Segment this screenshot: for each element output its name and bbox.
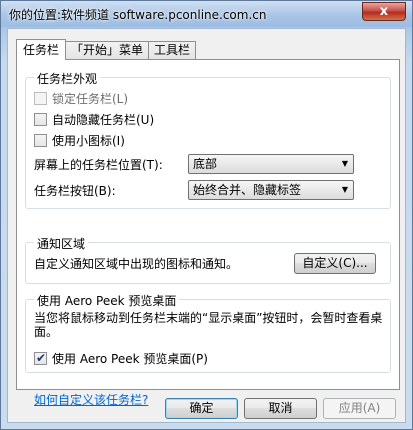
- aero-peek-group: 使用 Aero Peek 预览桌面 当您将鼠标移动到任务栏末端的“显示桌面”按钮…: [25, 292, 391, 373]
- lock-taskbar-label: 锁定任务栏(L): [52, 92, 129, 106]
- close-button[interactable]: x: [362, 2, 406, 21]
- aero-peek-row[interactable]: ✔ 使用 Aero Peek 预览桌面(P): [34, 350, 208, 367]
- small-icons-label: 使用小图标(I): [52, 134, 125, 148]
- taskbar-buttons-dropdown[interactable]: 始终合并、隐藏标签 ▼: [188, 180, 354, 200]
- chevron-down-icon: ▼: [341, 159, 348, 168]
- taskbar-location-value: 底部: [193, 157, 218, 171]
- lock-taskbar-row[interactable]: 锁定任务栏(L): [34, 90, 128, 107]
- tab-start-menu[interactable]: 「开始」菜单: [65, 41, 150, 60]
- tab-toolbars[interactable]: 工具栏: [148, 41, 197, 60]
- notification-group-title: 通知区域: [34, 235, 89, 252]
- cancel-button[interactable]: 取消: [244, 398, 317, 419]
- tab-strip: 任务栏 「开始」菜单 工具栏: [16, 39, 197, 60]
- appearance-group-title: 任务栏外观: [34, 70, 101, 87]
- ok-button[interactable]: 确定: [165, 398, 238, 419]
- notification-description: 自定义通知区域中出现的图标和通知。: [34, 257, 239, 271]
- chevron-down-icon: ▼: [341, 185, 348, 194]
- taskbar-tab-page: 任务栏外观 锁定任务栏(L) 自动隐藏任务栏(U) 使用小图标(I) 屏幕上的任…: [16, 59, 400, 407]
- small-icons-checkbox[interactable]: [34, 134, 47, 147]
- auto-hide-checkbox[interactable]: [34, 113, 47, 126]
- aero-peek-group-title: 使用 Aero Peek 预览桌面: [34, 292, 180, 309]
- taskbar-buttons-value: 始终合并、隐藏标签: [193, 183, 302, 197]
- taskbar-location-dropdown[interactable]: 底部 ▼: [188, 154, 354, 174]
- notification-group: 通知区域 自定义通知区域中出现的图标和通知。 自定义(C)...: [25, 235, 391, 284]
- customize-notifications-button[interactable]: 自定义(C)...: [294, 253, 376, 274]
- aero-peek-description: 当您将鼠标移动到任务栏末端的“显示桌面”按钮时，会暂时查看桌面。: [34, 311, 383, 339]
- aero-peek-checkbox[interactable]: ✔: [34, 351, 47, 365]
- appearance-group: 任务栏外观 锁定任务栏(L) 自动隐藏任务栏(U) 使用小图标(I) 屏幕上的任…: [25, 70, 391, 209]
- auto-hide-label: 自动隐藏任务栏(U): [52, 113, 155, 127]
- title-bar[interactable]: 你的位置:软件频道 software.pconline.com.cn x: [1, 1, 412, 27]
- taskbar-buttons-label: 任务栏按钮(B):: [34, 184, 116, 198]
- help-link[interactable]: 如何自定义该任务栏?: [34, 391, 148, 408]
- tab-taskbar[interactable]: 任务栏: [16, 39, 67, 60]
- window-title: 你的位置:软件频道 software.pconline.com.cn: [9, 8, 267, 22]
- dialog-body: 任务栏 「开始」菜单 工具栏 任务栏外观 锁定任务栏(L) 自动隐藏任务栏(U)…: [7, 28, 406, 423]
- aero-peek-checkbox-label: 使用 Aero Peek 预览桌面(P): [52, 352, 208, 366]
- small-icons-row[interactable]: 使用小图标(I): [34, 132, 125, 149]
- lock-taskbar-checkbox[interactable]: [34, 92, 47, 105]
- auto-hide-row[interactable]: 自动隐藏任务栏(U): [34, 111, 154, 128]
- taskbar-location-label: 屏幕上的任务栏位置(T):: [34, 158, 163, 172]
- apply-button[interactable]: 应用(A): [323, 398, 396, 419]
- taskbar-properties-dialog: 你的位置:软件频道 software.pconline.com.cn x 任务栏…: [0, 0, 413, 430]
- checkmark-icon: ✔: [36, 351, 47, 365]
